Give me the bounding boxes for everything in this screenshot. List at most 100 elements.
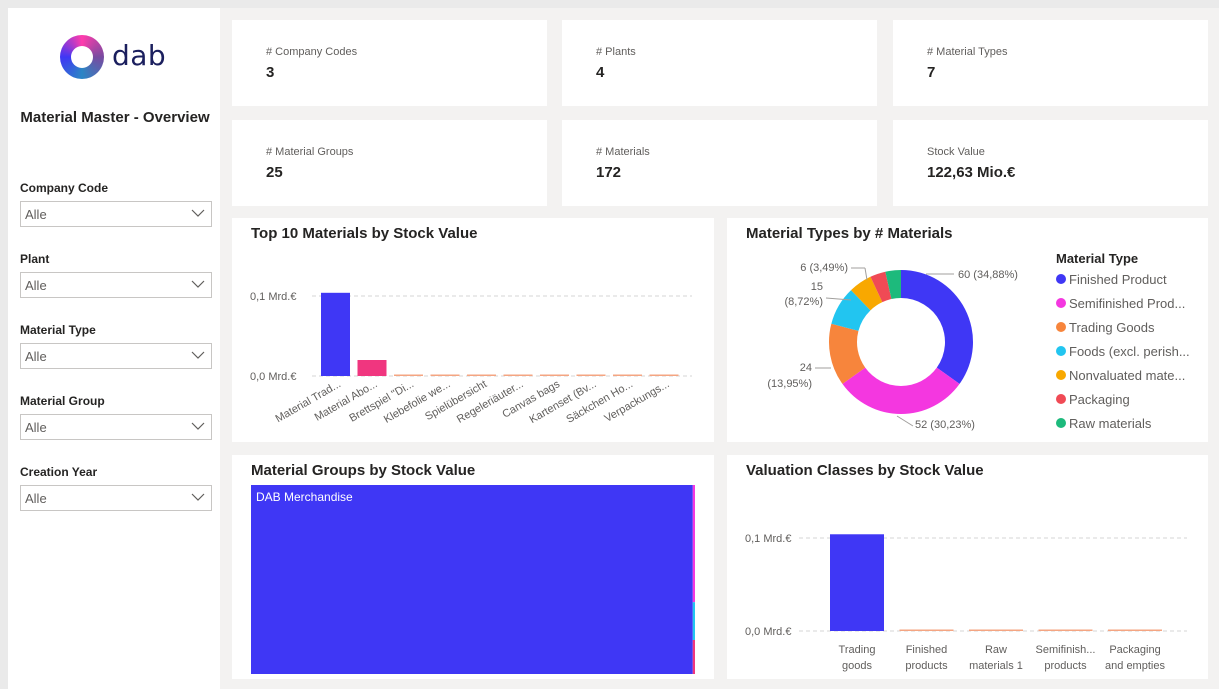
material-groups-treemap: DAB Merchandise xyxy=(251,485,695,674)
filter-sidebar: dab Material Master - Overview Company C… xyxy=(8,8,220,689)
data-label: (13,95%) xyxy=(767,378,812,390)
leader-line xyxy=(896,415,914,427)
x-tick-label: goods xyxy=(842,660,872,672)
bar xyxy=(1038,629,1093,631)
data-label: 6 (3,49%) xyxy=(800,262,848,274)
treemap-label: DAB Merchandise xyxy=(256,490,353,504)
valuation-classes-bar-chart: 0,1 Mrd.€ 0,0 Mrd.€ Trading goods Finished pr… xyxy=(745,533,1187,672)
kpi-card-materials[interactable]: # Materials 172 xyxy=(562,120,877,206)
chevron-down-icon xyxy=(191,280,205,288)
y-tick-label: 0,0 Mrd.€ xyxy=(745,626,791,638)
top10-materials-visual[interactable]: Top 10 Materials by Stock Value 0,1 Mrd.… xyxy=(232,218,714,442)
treemap-tile xyxy=(692,639,695,674)
bar xyxy=(576,374,606,376)
legend-marker xyxy=(1056,346,1066,356)
chevron-down-icon xyxy=(191,493,205,501)
legend-marker xyxy=(1056,322,1066,332)
data-label: 52 (30,23%) xyxy=(915,419,975,431)
x-tick-label: materials 1 xyxy=(969,660,1023,672)
kpi-value: 7 xyxy=(927,64,936,81)
bar xyxy=(394,374,423,376)
slicer-material-type: Material Type Alle xyxy=(20,323,212,369)
material-group-dropdown[interactable]: Alle xyxy=(20,414,212,440)
chevron-down-icon xyxy=(191,209,205,217)
slicer-value: Alle xyxy=(25,491,47,506)
treemap-tile xyxy=(692,485,695,603)
material-type-dropdown[interactable]: Alle xyxy=(20,343,212,369)
x-tick-label: Trading xyxy=(839,644,876,656)
y-tick-label: 0,1 Mrd.€ xyxy=(250,291,296,303)
valuation-classes-visual[interactable]: Valuation Classes by Stock Value 0,1 Mrd… xyxy=(727,455,1208,679)
bar xyxy=(357,360,387,376)
kpi-label: # Plants xyxy=(596,46,636,58)
bar xyxy=(830,534,884,631)
legend-label: Foods (excl. perish... xyxy=(1069,344,1190,359)
legend-label: Nonvaluated mate... xyxy=(1069,368,1185,383)
slicer-value: Alle xyxy=(25,207,47,222)
material-groups-visual[interactable]: Material Groups by Stock Value DAB Merch… xyxy=(232,455,714,679)
leader-line xyxy=(864,267,868,281)
kpi-label: # Material Types xyxy=(927,46,1008,58)
logo-ring-icon xyxy=(60,35,104,79)
kpi-label: # Company Codes xyxy=(266,46,358,58)
logo-text: dab xyxy=(112,39,167,72)
slicer-label: Plant xyxy=(20,252,50,266)
legend-label: Semifinished Prod... xyxy=(1069,296,1185,311)
slicer-creation-year: Creation Year Alle xyxy=(20,465,212,511)
material-types-visual[interactable]: Material Types by # Materials 60 (34,88%… xyxy=(727,218,1208,442)
slicer-label: Material Group xyxy=(20,394,105,408)
legend-label: Trading Goods xyxy=(1069,320,1155,335)
kpi-label: Stock Value xyxy=(927,146,985,158)
chevron-down-icon xyxy=(191,351,205,359)
company-code-dropdown[interactable]: Alle xyxy=(20,201,212,227)
slicer-value: Alle xyxy=(25,349,47,364)
x-tick-label: products xyxy=(1044,660,1087,672)
bar xyxy=(321,292,350,376)
kpi-card-material-types[interactable]: # Material Types 7 xyxy=(893,20,1208,106)
x-tick-label: Finished xyxy=(906,644,948,656)
donut-slice xyxy=(901,270,973,384)
slicer-plant: Plant Alle xyxy=(20,252,212,298)
x-tick-label: Raw xyxy=(985,644,1007,656)
kpi-card-stock-value[interactable]: Stock Value 122,63 Mio.€ xyxy=(893,120,1208,206)
chevron-down-icon xyxy=(191,422,205,430)
kpi-label: # Material Groups xyxy=(266,146,354,158)
creation-year-dropdown[interactable]: Alle xyxy=(20,485,212,511)
bar xyxy=(969,629,1023,631)
x-tick-label: Semifinish... xyxy=(1036,644,1096,656)
legend-marker xyxy=(1056,394,1066,404)
slicer-material-group: Material Group Alle xyxy=(20,394,212,440)
x-tick-label: and empties xyxy=(1105,660,1165,672)
slicer-label: Creation Year xyxy=(20,465,98,479)
kpi-value: 122,63 Mio.€ xyxy=(927,164,1016,181)
report-title: Material Master - Overview xyxy=(20,109,210,126)
kpi-card-material-groups[interactable]: # Material Groups 25 xyxy=(232,120,547,206)
slicer-company-code: Company Code Alle xyxy=(20,181,212,227)
legend-marker xyxy=(1056,274,1066,284)
kpi-label: # Materials xyxy=(596,146,650,158)
legend-marker xyxy=(1056,370,1066,380)
y-tick-label: 0,0 Mrd.€ xyxy=(250,371,296,383)
bar xyxy=(649,374,679,376)
slicer-value: Alle xyxy=(25,420,47,435)
bar xyxy=(613,374,642,376)
y-tick-label: 0,1 Mrd.€ xyxy=(745,533,791,545)
kpi-card-company-codes[interactable]: # Company Codes 3 xyxy=(232,20,547,106)
legend-title: Material Type xyxy=(1056,251,1138,266)
legend-marker xyxy=(1056,298,1066,308)
legend-label: Raw materials xyxy=(1069,416,1152,431)
x-tick-label: Verpackungs... xyxy=(602,378,671,425)
bar xyxy=(467,374,496,376)
data-label: 24 xyxy=(800,362,812,374)
top10-bar-chart: 0,1 Mrd.€0,0 Mrd.€Material Trad...Materi… xyxy=(250,291,692,426)
data-label: 60 (34,88%) xyxy=(958,269,1018,281)
kpi-value: 25 xyxy=(266,164,283,181)
x-tick-label: Packaging xyxy=(1109,644,1160,656)
bar xyxy=(503,374,533,376)
kpi-card-plants[interactable]: # Plants 4 xyxy=(562,20,877,106)
kpi-value: 3 xyxy=(266,64,275,81)
slicer-label: Company Code xyxy=(20,181,109,195)
company-logo: dab xyxy=(60,35,180,79)
plant-dropdown[interactable]: Alle xyxy=(20,272,212,298)
slicer-value: Alle xyxy=(25,278,47,293)
